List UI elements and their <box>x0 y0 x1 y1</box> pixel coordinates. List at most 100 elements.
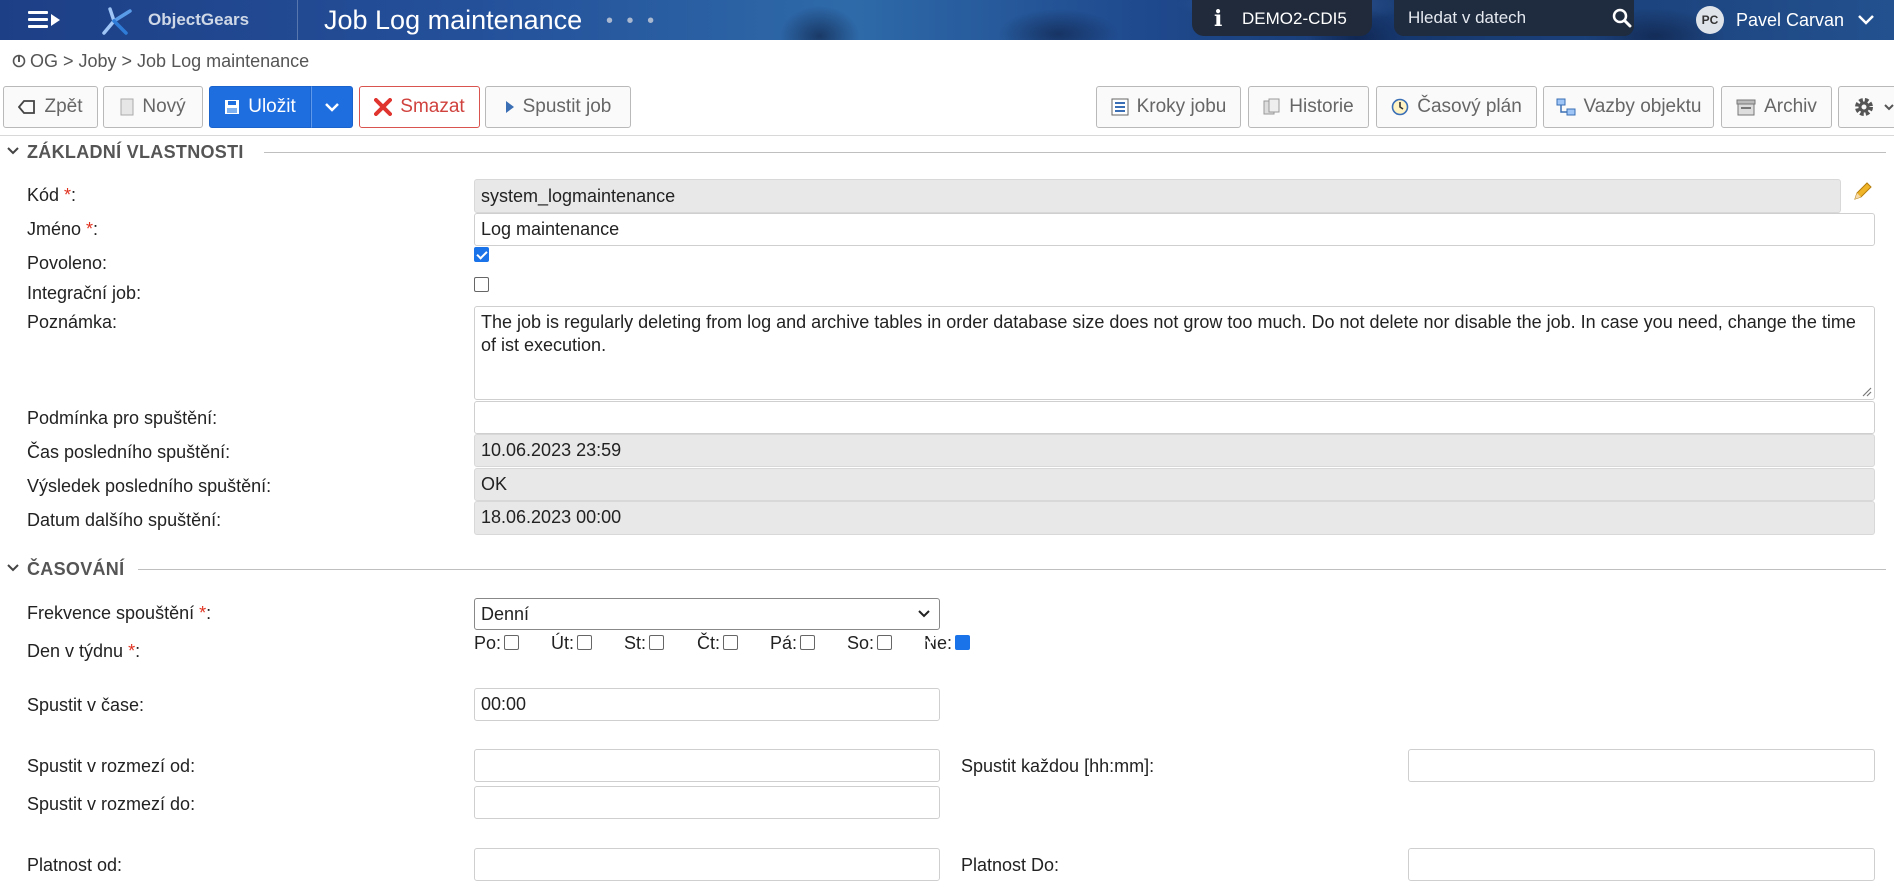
new-document-icon <box>120 98 134 116</box>
global-search[interactable] <box>1394 0 1634 36</box>
chevron-down-icon[interactable] <box>6 144 20 158</box>
chevron-down-icon <box>1858 15 1874 25</box>
note-textarea[interactable]: The job is regularly deleting from log a… <box>474 306 1875 400</box>
environment-badge[interactable]: i DEMO2-CDI5 <box>1192 0 1372 36</box>
day-monday-checkbox[interactable] <box>504 635 520 650</box>
save-button[interactable]: Uložit <box>209 86 311 128</box>
name-field[interactable]: Log maintenance <box>474 213 1875 246</box>
archive-button[interactable]: Archiv <box>1721 86 1832 128</box>
job-steps-button[interactable]: Kroky jobu <box>1096 86 1241 128</box>
breadcrumb-path[interactable]: OG > Joby > Job Log maintenance <box>30 51 309 71</box>
last-run-result-field: OK <box>474 468 1875 501</box>
edit-pencil-icon[interactable] <box>1852 180 1874 202</box>
section-timing[interactable]: ČASOVÁNÍ <box>6 559 1886 579</box>
home-icon <box>12 54 26 68</box>
header-divider <box>297 0 298 40</box>
resize-grip-icon[interactable] <box>1860 385 1872 397</box>
day-monday[interactable]: Po: <box>474 633 520 654</box>
last-run-time-label: Čas posledního spuštění: <box>27 442 231 462</box>
back-arrow-icon <box>18 100 36 114</box>
day-wednesday[interactable]: St: <box>624 633 665 654</box>
day-sunday-checkbox[interactable] <box>955 635 971 650</box>
run-condition-label: Podmínka pro spuštění: <box>27 408 218 428</box>
run-at-field[interactable]: 00:00 <box>474 688 940 721</box>
note-text: The job is regularly deleting from log a… <box>481 312 1856 355</box>
last-run-time-field: 10.06.2023 23:59 <box>474 434 1875 467</box>
object-relations-button[interactable]: Vazby objektu <box>1543 86 1714 128</box>
enabled-checkbox[interactable] <box>474 247 489 262</box>
valid-to-field[interactable] <box>1408 848 1875 881</box>
frequency-select[interactable]: Denní <box>474 598 940 630</box>
history-button[interactable]: Historie <box>1248 86 1369 128</box>
history-icon <box>1263 98 1280 115</box>
search-input[interactable] <box>1406 4 1590 32</box>
archive-icon <box>1736 99 1756 116</box>
toolbar-separator <box>0 135 1894 136</box>
weekday-label: Den v týdnu *: <box>27 641 141 661</box>
settings-button[interactable] <box>1838 86 1894 128</box>
run-at-label: Spustit v čase: <box>27 695 145 715</box>
last-run-result-label: Výsledek posledního spuštění: <box>27 476 272 496</box>
environment-name: DEMO2-CDI5 <box>1242 9 1347 28</box>
range-from-label: Spustit v rozmezí od: <box>27 756 196 776</box>
section-basic-properties[interactable]: ZÁKLADNÍ VLASTNOSTI <box>6 142 1886 162</box>
info-icon: i <box>1214 6 1223 32</box>
chevron-down-icon <box>1884 104 1894 111</box>
section-title: ČASOVÁNÍ <box>27 559 125 579</box>
next-run-date-label: Datum dalšího spuštění: <box>27 510 222 530</box>
delete-button[interactable]: Smazat <box>359 86 480 128</box>
section-divider <box>264 152 1886 153</box>
day-wednesday-checkbox[interactable] <box>649 635 665 650</box>
section-title: ZÁKLADNÍ VLASTNOSTI <box>27 142 244 162</box>
day-friday-checkbox[interactable] <box>800 635 816 650</box>
chevron-down-icon <box>325 103 339 112</box>
run-every-label: Spustit každou [hh:mm]: <box>961 756 1155 776</box>
search-icon[interactable] <box>1612 8 1632 28</box>
chevron-down-icon <box>918 610 930 618</box>
avatar: PC <box>1696 6 1724 34</box>
day-thursday-checkbox[interactable] <box>723 635 739 650</box>
save-options-dropdown[interactable] <box>311 86 353 128</box>
page-title: Job Log maintenance <box>324 5 583 35</box>
logo-text: ObjectGears <box>148 10 250 29</box>
new-button[interactable]: Nový <box>103 86 203 128</box>
day-sunday[interactable]: Ne: <box>924 633 971 654</box>
user-name: Pavel Carvan <box>1736 10 1845 30</box>
enabled-label: Povoleno: <box>27 253 108 273</box>
run-job-button[interactable]: Spustit job <box>485 86 631 128</box>
day-saturday[interactable]: So: <box>847 633 893 654</box>
frequency-label: Frekvence spouštění *: <box>27 603 212 623</box>
more-dots-icon[interactable]: • • • <box>606 10 658 33</box>
run-condition-field[interactable] <box>474 401 1875 434</box>
run-every-field[interactable] <box>1408 749 1875 782</box>
code-field: system_logmaintenance <box>474 179 1841 213</box>
day-tuesday-checkbox[interactable] <box>577 635 593 650</box>
back-button[interactable]: Zpět <box>3 86 98 128</box>
range-to-field[interactable] <box>474 786 940 819</box>
day-friday[interactable]: Pá: <box>770 633 816 654</box>
range-to-label: Spustit v rozmezí do: <box>27 794 196 814</box>
day-tuesday[interactable]: Út: <box>551 633 593 654</box>
gear-icon <box>1855 98 1873 116</box>
play-icon <box>505 101 514 113</box>
code-label: Kód *: <box>27 185 77 205</box>
delete-x-icon <box>374 98 393 116</box>
breadcrumb[interactable]: OG > Joby > Job Log maintenance <box>12 51 309 72</box>
relations-icon <box>1556 98 1576 116</box>
clock-icon <box>1391 98 1409 116</box>
list-icon <box>1111 98 1129 116</box>
name-label: Jméno *: <box>27 219 99 239</box>
save-disk-icon <box>225 100 240 114</box>
integration-job-checkbox[interactable] <box>474 277 489 292</box>
menu-toggle-icon[interactable] <box>28 9 62 31</box>
chevron-down-icon[interactable] <box>6 561 20 575</box>
integration-job-label: Integrační job: <box>27 283 142 303</box>
valid-to-label: Platnost Do: <box>961 855 1060 875</box>
day-saturday-checkbox[interactable] <box>877 635 893 650</box>
note-label: Poznámka: <box>27 312 118 332</box>
section-divider <box>138 569 1886 570</box>
schedule-button[interactable]: Časový plán <box>1376 86 1537 128</box>
valid-from-field[interactable] <box>474 848 940 881</box>
day-thursday[interactable]: Čt: <box>697 633 739 654</box>
range-from-field[interactable] <box>474 749 940 782</box>
